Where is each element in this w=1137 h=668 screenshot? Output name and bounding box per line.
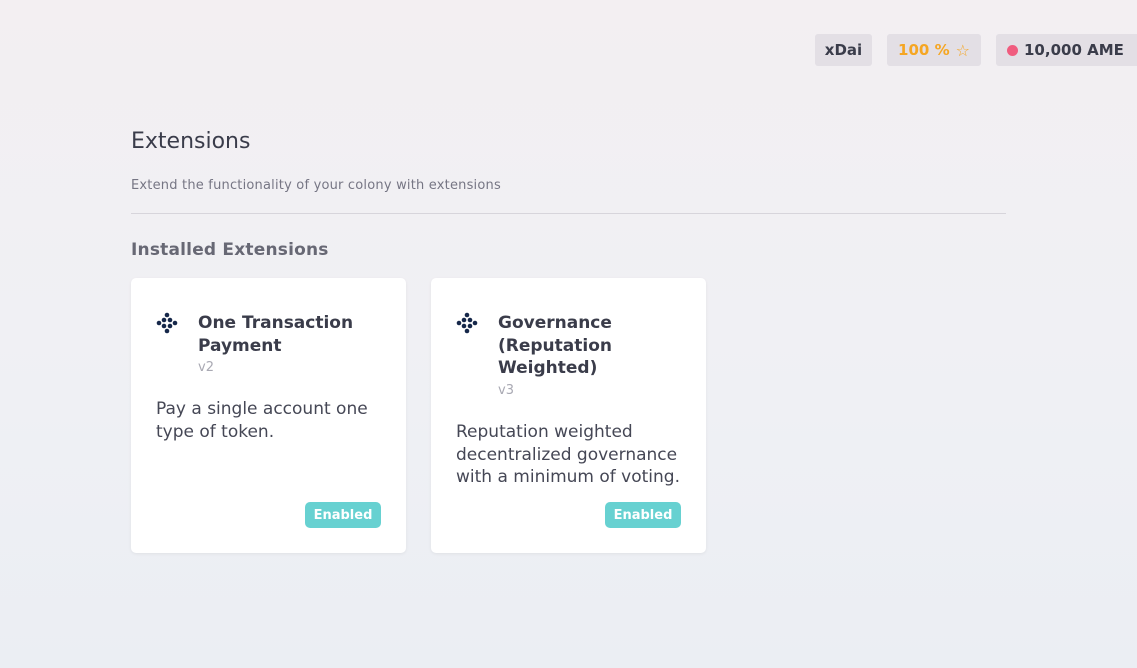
user-navigation: xDai 100 % ☆ 10,000 AME: [815, 34, 1137, 66]
extension-card[interactable]: Governance (Reputation Weighted) v3 Repu…: [431, 278, 706, 553]
extension-dots-icon: [456, 312, 478, 334]
divider: [131, 213, 1006, 214]
extension-name: One Transaction Payment: [198, 313, 354, 356]
network-label: xDai: [824, 41, 863, 59]
extensions-page: Extensions Extend the functionality of y…: [131, 127, 1006, 553]
extension-name: Governance (Reputation Weighted): [498, 313, 612, 378]
token-balance-label: 10,000 AME: [1024, 41, 1124, 59]
extension-card-header: One Transaction Payment v2: [156, 312, 378, 375]
page-subtitle: Extend the functionality of your colony …: [131, 178, 501, 193]
status-badge: Enabled: [305, 502, 381, 528]
status-badge: Enabled: [605, 502, 681, 528]
reputation-value: 100 %: [898, 41, 950, 59]
token-balance-button[interactable]: 10,000 AME: [996, 34, 1137, 66]
extension-dots-icon: [156, 312, 178, 334]
extension-version: v3: [498, 382, 514, 398]
section-title-installed: Installed Extensions: [131, 240, 329, 260]
reputation-badge[interactable]: 100 % ☆: [887, 34, 981, 66]
installed-extensions-list: One Transaction Payment v2 Pay a single …: [131, 278, 706, 553]
extension-description: Reputation weighted decentralized govern…: [456, 422, 680, 487]
extension-card[interactable]: One Transaction Payment v2 Pay a single …: [131, 278, 406, 553]
extension-description: Pay a single account one type of token.: [156, 399, 368, 442]
page-title: Extensions: [131, 129, 251, 154]
network-badge[interactable]: xDai: [815, 34, 872, 66]
star-outline-icon: ☆: [955, 40, 970, 60]
token-dot-icon: [1007, 44, 1018, 56]
extension-version: v2: [198, 360, 214, 375]
extension-card-header: Governance (Reputation Weighted) v3: [456, 312, 678, 398]
